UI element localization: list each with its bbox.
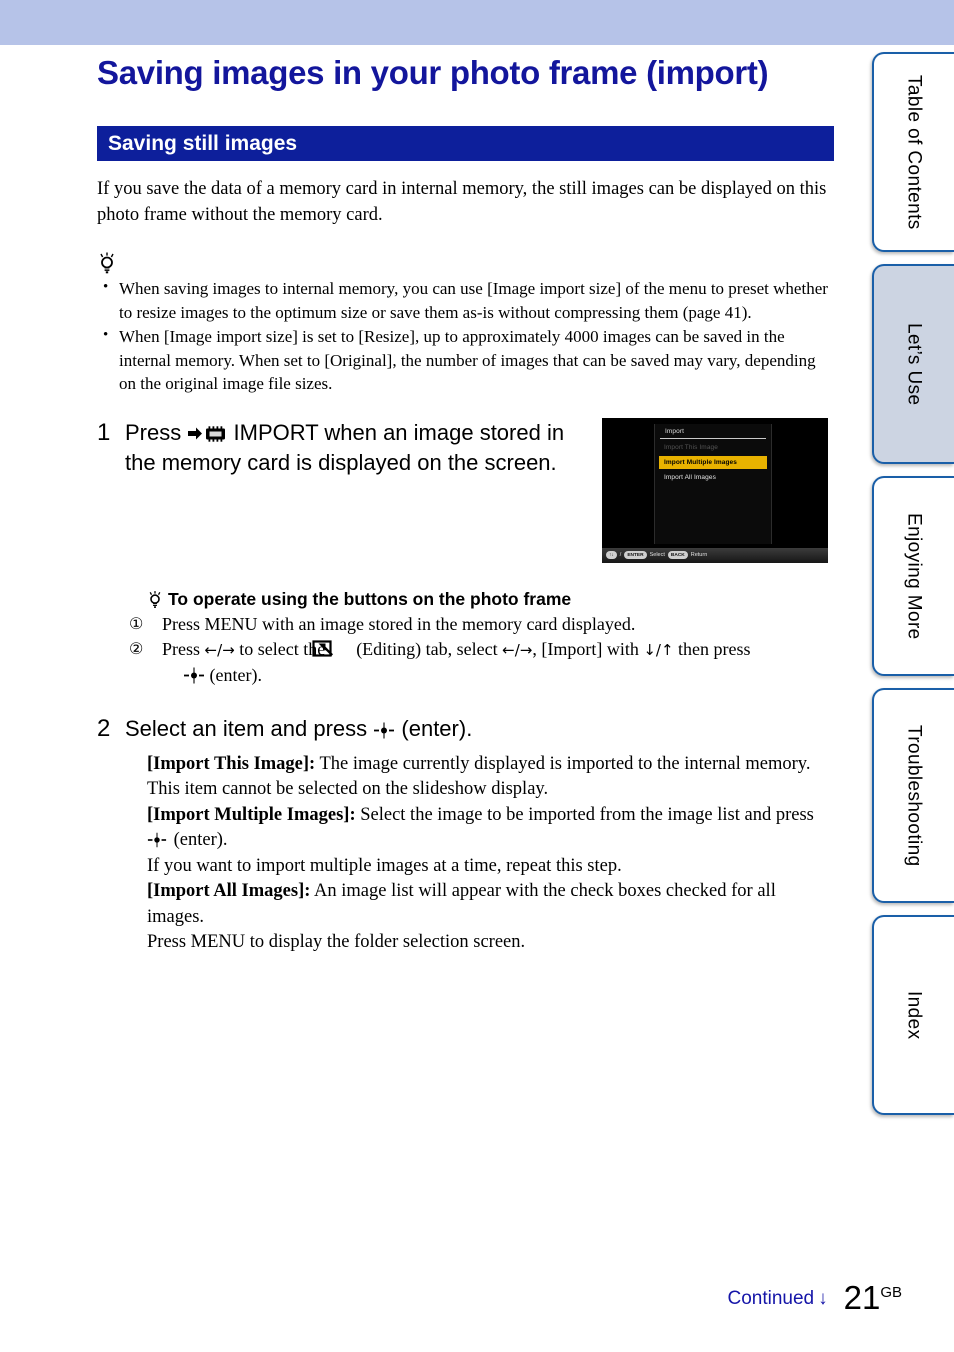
back-key-icon: BACK (667, 551, 688, 559)
tab-label: Enjoying More (903, 512, 925, 640)
list-item: When [Image import size] is set to [Resi… (97, 324, 834, 396)
tab-label: Index (903, 990, 925, 1040)
step-2-details: [Import This Image]: The image currently… (147, 752, 834, 956)
status-select-label: Select (649, 552, 665, 558)
inset-tip-line-2-e: then press (678, 638, 751, 659)
import-chip-icon (187, 421, 227, 442)
device-screenshot: Import Import This Image Import Multiple… (602, 417, 828, 563)
page-number-value: 21 (843, 1279, 881, 1316)
inset-tip-line-1-text: Press MENU with an image stored in the m… (162, 613, 636, 634)
detail-menu-note: Press MENU to display the folder selecti… (147, 932, 526, 952)
tab-label: Table of Contents (903, 74, 925, 230)
sidebar-item-troubleshooting[interactable]: Troubleshooting (872, 688, 954, 903)
left-right-arrows-icon: ←/→ (204, 640, 235, 659)
step-1-number: 1 (97, 418, 111, 446)
top-banner (0, 0, 954, 45)
inset-tip: To operate using the buttons on the phot… (129, 589, 834, 688)
inset-tip-line-1: ① Press MENU with an image stored in the … (129, 612, 834, 637)
inset-tip-line-2-c: (Editing) tab, select (356, 638, 498, 659)
detail-import-all-images: [Import All Images]: An image list will … (147, 879, 834, 930)
down-up-arrows-icon: ↓/↑ (643, 640, 674, 659)
status-slash: / (619, 552, 622, 558)
inset-tip-line-3: (enter). (147, 663, 834, 688)
detail-import-this-image: [Import This Image]: The image currently… (147, 752, 834, 778)
detail-label: [Import Multiple Images]: (147, 804, 356, 825)
inset-tip-line-2-d: , [Import] with (532, 638, 639, 659)
lightbulb-icon (97, 252, 117, 274)
main-content: Saving images in your photo frame (impor… (97, 52, 834, 956)
page-number: 21GB (844, 1276, 902, 1314)
tab-label: Troubleshooting (903, 724, 925, 867)
device-menu-item-import-all-images[interactable]: Import All Images (659, 471, 767, 484)
side-tab-nav: Table of Contents Let’s Use Enjoying Mor… (872, 52, 954, 1127)
device-menu-title: Import (660, 424, 766, 439)
continued-link[interactable]: Continued ↓ (727, 1288, 827, 1314)
step-2-head-before: Select an item and press (125, 715, 368, 741)
inset-tip-heading-label: To operate using the buttons on the phot… (168, 588, 572, 609)
inset-tip-body: ① Press MENU with an image stored in the … (129, 612, 834, 688)
status-return-label: Return (690, 552, 708, 558)
step-1-text: Press IMPORT when an image stored in the… (125, 418, 580, 478)
circled-number-1: ① (129, 615, 144, 633)
inset-tip-line-2: ② Press ←/→ to select the (Editing) tab, … (129, 637, 834, 663)
tip-bullet-list: When saving images to internal memory, y… (97, 276, 834, 396)
enter-button-icon (373, 717, 395, 738)
list-item: When saving images to internal memory, y… (97, 276, 834, 324)
sidebar-item-table-of-contents[interactable]: Table of Contents (872, 52, 954, 252)
detail-enter-text: (enter). (173, 830, 228, 850)
sidebar-item-lets-use[interactable]: Let’s Use (872, 264, 954, 464)
intro-paragraph: If you save the data of a memory card in… (97, 179, 827, 225)
device-menu-panel: Import Import This Image Import Multiple… (654, 423, 772, 544)
tip-block: When saving images to internal memory, y… (97, 252, 834, 396)
section-heading-bar: Saving still images (97, 126, 834, 161)
dpad-key-icon: ↑↓ (606, 551, 617, 559)
detail-slideshow-note: This item cannot be selected on the slid… (147, 779, 549, 799)
device-menu-item-import-this-image[interactable]: Import This Image (659, 441, 767, 454)
step-2-head-after: (enter). (401, 715, 473, 741)
sidebar-item-enjoying-more[interactable]: Enjoying More (872, 476, 954, 676)
step-2: 2 Select an item and press (enter). [Imp… (97, 714, 834, 956)
detail-text: Select the image to be imported from the… (355, 804, 814, 825)
detail-repeat-note: If you want to import multiple images at… (147, 855, 622, 876)
inset-tip-line-2-a: Press (162, 638, 201, 659)
editing-tab-icon (312, 639, 352, 658)
page-footer: Continued ↓ 21GB (727, 1276, 902, 1314)
device-menu-item-import-multiple-images[interactable]: Import Multiple Images (659, 455, 767, 469)
tab-label: Let’s Use (903, 322, 925, 406)
continued-label: Continued (727, 1288, 815, 1309)
page-title: Saving images in your photo frame (impor… (97, 54, 769, 91)
device-status-bar: ↑↓ / ENTER Select BACK Return (602, 547, 828, 563)
section-heading-label: Saving still images (108, 131, 298, 155)
step-2-heading: Select an item and press (enter). (125, 714, 834, 744)
step-1: 1 Press IMPORT when an image stored in t… (97, 417, 834, 688)
left-right-arrows-icon: ←/→ (502, 640, 533, 659)
enter-button-icon (147, 831, 169, 848)
page-number-suffix: GB (880, 1284, 902, 1301)
detail-text: The image currently displayed is importe… (315, 753, 811, 774)
inset-tip-line-3-text: (enter). (209, 664, 262, 685)
detail-label: [Import This Image]: (147, 753, 316, 774)
enter-key-icon: ENTER (624, 551, 647, 559)
circled-number-2: ② (129, 640, 144, 658)
sidebar-item-index[interactable]: Index (872, 915, 954, 1115)
inset-tip-heading: To operate using the buttons on the phot… (147, 589, 834, 610)
detail-import-multiple-images: [Import Multiple Images]: Select the ima… (147, 803, 834, 854)
lightbulb-icon (147, 590, 163, 609)
step-2-number: 2 (97, 714, 111, 742)
down-arrow-icon: ↓ (818, 1288, 828, 1309)
detail-label: [Import All Images]: (147, 881, 311, 901)
step-1-text-before: Press (125, 419, 182, 445)
enter-button-icon (183, 666, 205, 683)
